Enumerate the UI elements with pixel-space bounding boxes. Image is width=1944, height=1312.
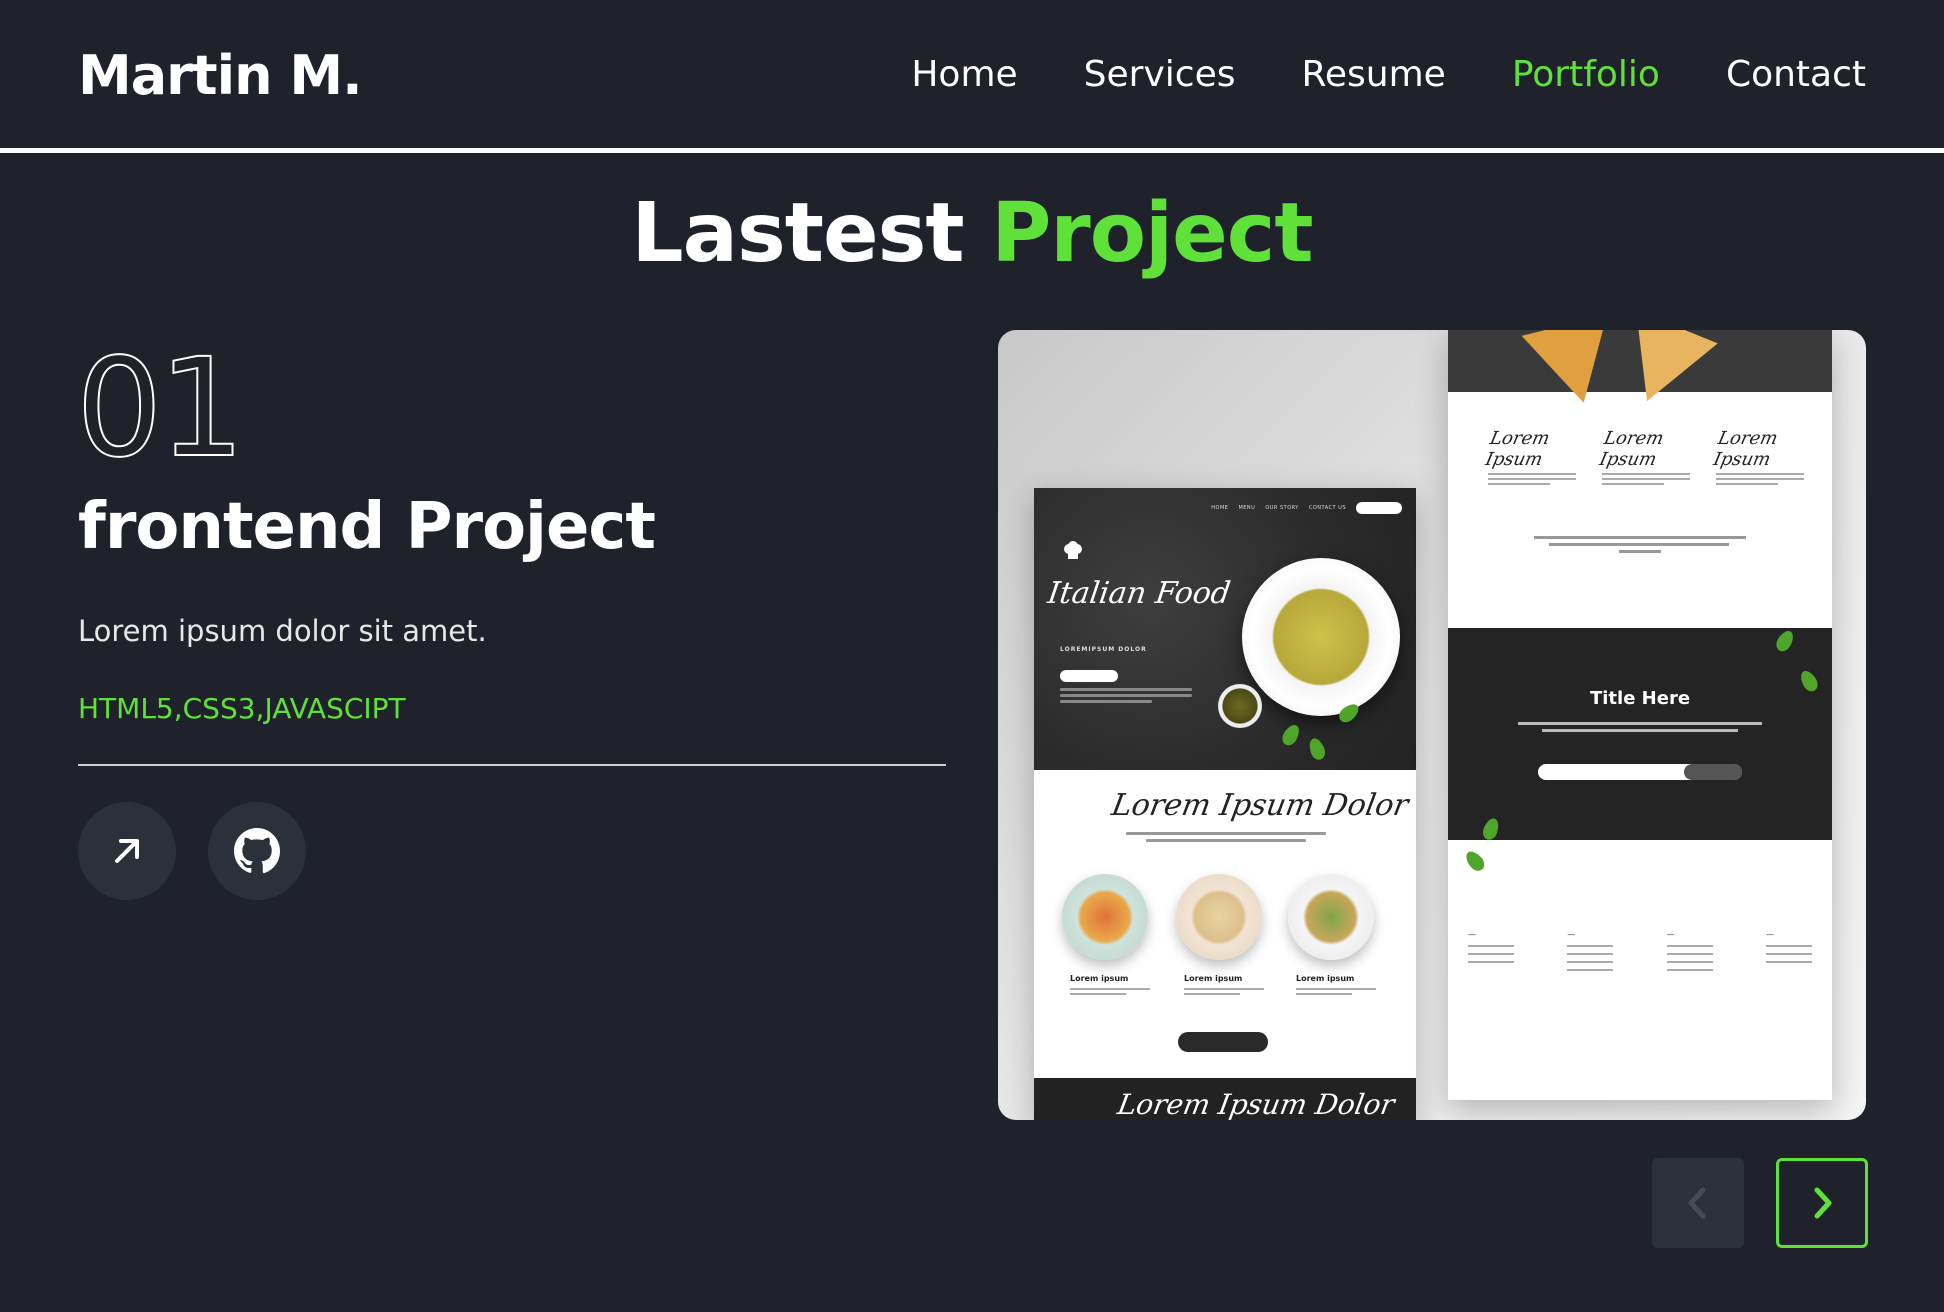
chevron-left-icon bbox=[1688, 1187, 1706, 1219]
github-icon bbox=[234, 828, 281, 874]
mockup-footer-columns: — — — — bbox=[1468, 930, 1812, 977]
mockup-show-more bbox=[1178, 1032, 1268, 1052]
pasta-plate bbox=[1242, 558, 1400, 716]
signature-text: Lorem Ipsum bbox=[1597, 428, 1666, 470]
mockup-hero: HOME MENU OUR STORY CONTACT US Italian Food… bbox=[1034, 488, 1416, 770]
dish-caption: Lorem ipsum bbox=[1184, 974, 1243, 983]
nav-services[interactable]: Services bbox=[1084, 54, 1236, 95]
main-nav: Home Services Resume Portfolio Contact bbox=[911, 54, 1866, 95]
pizza-slice bbox=[1606, 330, 1718, 418]
mockup-read-more bbox=[1060, 670, 1118, 682]
dish-image bbox=[1288, 874, 1374, 960]
site-logo[interactable]: Martin M. bbox=[78, 44, 363, 107]
basil-leaf bbox=[1306, 736, 1328, 762]
project-description: Lorem ipsum dolor sit amet. bbox=[78, 614, 487, 648]
project-divider bbox=[78, 764, 946, 766]
basil-leaf bbox=[1279, 721, 1303, 749]
mockup-footer-script: Lorem Ipsum Dolor bbox=[1115, 1088, 1398, 1120]
section-title-main: Lastest bbox=[631, 186, 964, 281]
mockup-right-page: Lorem Ipsum Lorem Ipsum Lorem Ipsum Titl… bbox=[1448, 330, 1832, 1100]
nav-portfolio[interactable]: Portfolio bbox=[1512, 54, 1660, 95]
header-divider bbox=[0, 148, 1944, 153]
mockup-band-lines bbox=[1518, 722, 1762, 736]
mockup-body-lines bbox=[1126, 832, 1326, 846]
nav-contact[interactable]: Contact bbox=[1726, 54, 1866, 95]
mockup-hero-script: Italian Food bbox=[1045, 576, 1233, 611]
signature-text: Lorem Ipsum bbox=[1483, 428, 1552, 470]
dish-text bbox=[1184, 988, 1264, 998]
live-demo-button[interactable] bbox=[78, 802, 176, 900]
project-tech-stack: HTML5,CSS3,JAVASCIPT bbox=[78, 692, 406, 725]
dish-caption: Lorem ipsum bbox=[1296, 974, 1355, 983]
github-button[interactable] bbox=[208, 802, 306, 900]
dish-text bbox=[1296, 988, 1376, 998]
dish-image bbox=[1176, 874, 1262, 960]
mockup-subscribe bbox=[1684, 764, 1742, 780]
section-title-accent: Project bbox=[991, 186, 1313, 281]
section-title: Lastest Project bbox=[0, 186, 1944, 281]
nav-home[interactable]: Home bbox=[911, 54, 1017, 95]
project-number: 01 bbox=[75, 329, 246, 489]
mockup-body-script: Lorem Ipsum Dolor bbox=[1108, 788, 1412, 823]
chef-hat-icon bbox=[1064, 541, 1082, 559]
pesto-bowl bbox=[1218, 684, 1262, 728]
mockup-mid-lines bbox=[1534, 536, 1746, 557]
previous-slide-button[interactable] bbox=[1652, 1158, 1744, 1248]
project-preview-image: HOME MENU OUR STORY CONTACT US Italian Food… bbox=[998, 330, 1866, 1120]
chevron-right-icon bbox=[1814, 1187, 1832, 1219]
arrow-up-right-icon bbox=[115, 839, 139, 863]
dish-caption: Lorem ipsum bbox=[1070, 974, 1129, 983]
site-header: Martin M. Home Services Resume Portfolio… bbox=[0, 0, 1944, 153]
basil-leaf bbox=[1462, 848, 1488, 874]
pizza-banner bbox=[1448, 330, 1832, 418]
signature-text: Lorem Ipsum bbox=[1711, 428, 1780, 470]
mockup-hero-lines bbox=[1060, 688, 1192, 706]
dish-image bbox=[1062, 874, 1148, 960]
project-title: frontend Project bbox=[78, 490, 656, 564]
mockup-hero-sub: LOREMIPSUM DOLOR bbox=[1060, 646, 1147, 653]
next-slide-button[interactable] bbox=[1776, 1158, 1868, 1248]
mockup-nav: HOME MENU OUR STORY CONTACT US bbox=[1211, 502, 1402, 514]
nav-resume[interactable]: Resume bbox=[1301, 54, 1445, 95]
mockup-left-page: HOME MENU OUR STORY CONTACT US Italian Food… bbox=[1034, 488, 1416, 1120]
mockup-band-title: Title Here bbox=[1589, 688, 1691, 709]
dish-text bbox=[1070, 988, 1150, 998]
signature-row: Lorem Ipsum Lorem Ipsum Lorem Ipsum bbox=[1484, 428, 1804, 485]
